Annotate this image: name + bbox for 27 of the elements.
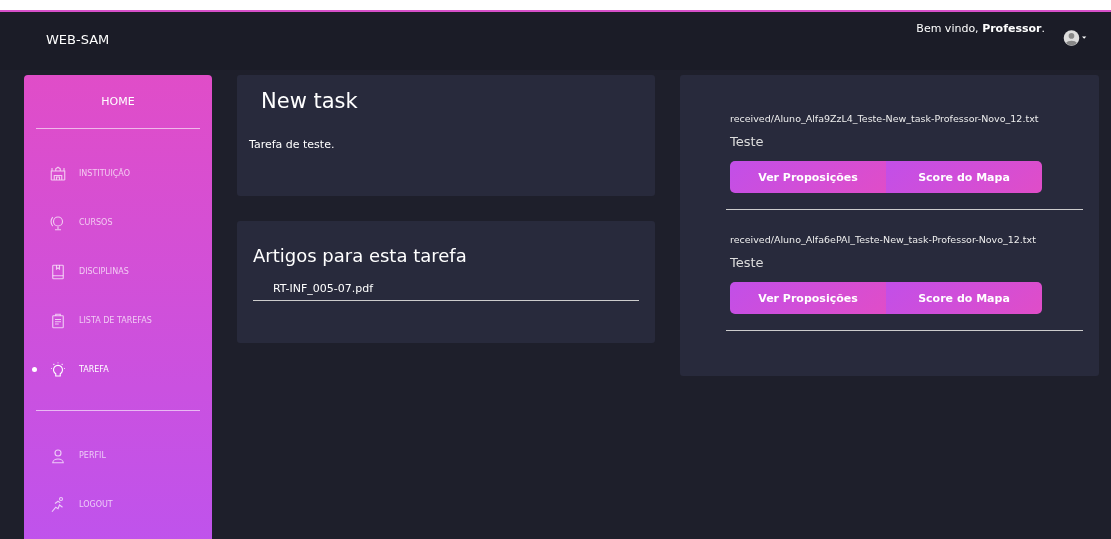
book-icon xyxy=(49,262,67,281)
building-icon xyxy=(49,164,67,183)
task-title: New task xyxy=(261,89,359,113)
task-description: Tarefa de teste. xyxy=(249,138,335,151)
submission-name: Teste xyxy=(730,255,765,270)
sidebar-item[interactable]: CURSOS xyxy=(24,198,212,247)
sidebar-item[interactable]: LOGOUT xyxy=(24,480,212,529)
active-dot xyxy=(32,367,37,372)
action-button[interactable]: Ver Proposições xyxy=(730,161,886,193)
clipboard-icon xyxy=(49,311,67,330)
submission-file: received/Aluno_Alfa9ZzL4_Teste-New_task-Professor-Novo_12.txt xyxy=(730,113,1040,124)
submission-file: received/Aluno_Alfa6ePAI_Teste-New_task-Professor-Novo_12.txt xyxy=(730,234,1037,245)
sidebar-item[interactable]: TAREFA xyxy=(24,345,212,394)
articles-title: Artigos para esta tarefa xyxy=(253,245,468,266)
sidebar-item[interactable]: PERFIL xyxy=(24,431,212,480)
greeting-text: Bem vindo, Professor. xyxy=(916,22,1045,35)
sidebar-item[interactable]: LISTA DE TAREFAS xyxy=(24,296,212,345)
action-button[interactable]: Ver Proposições xyxy=(730,282,886,314)
action-button[interactable]: Score do Mapa xyxy=(886,282,1042,314)
action-button[interactable]: Score do Mapa xyxy=(886,161,1042,193)
person-icon xyxy=(49,446,67,465)
sidebar-item[interactable]: INSTITUIÇÃO xyxy=(24,149,212,198)
home-link[interactable]: HOME xyxy=(24,95,212,108)
sidebar-item[interactable]: DISCIPLINAS xyxy=(24,247,212,296)
brand-name[interactable]: WEB-SAM xyxy=(46,32,110,47)
submission-name: Teste xyxy=(730,134,765,149)
article-link[interactable]: RT-INF_005-07.pdf xyxy=(253,276,639,301)
